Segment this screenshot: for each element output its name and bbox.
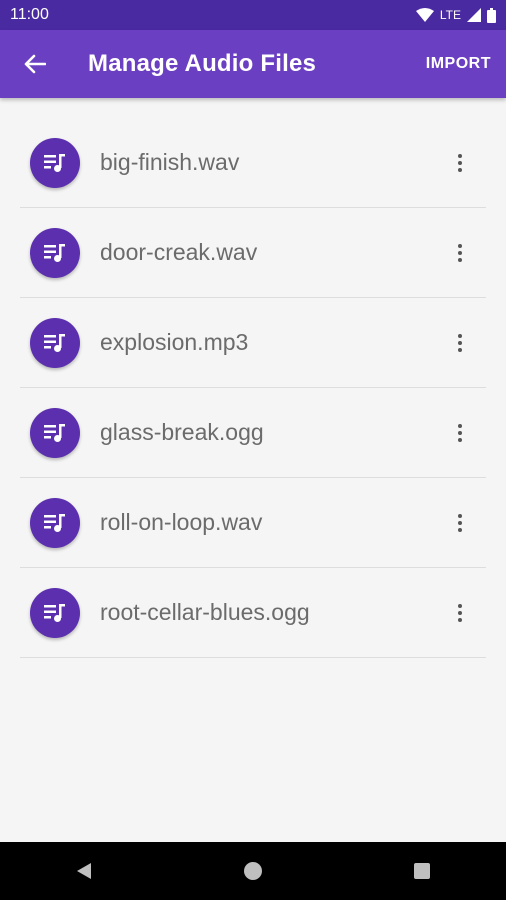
audio-file-item[interactable]: door-creak.wav — [20, 208, 486, 298]
app-bar: Manage Audio Files IMPORT — [0, 30, 506, 98]
home-circle-icon — [243, 862, 262, 880]
dot — [458, 340, 462, 345]
nav-back-button[interactable] — [54, 842, 114, 900]
audio-file-item[interactable]: explosion.mp3 — [20, 298, 486, 388]
audio-file-item[interactable]: roll-on-loop.wav — [20, 478, 486, 568]
more-options-button[interactable] — [450, 503, 470, 543]
playlist-music-icon — [30, 137, 80, 188]
network-type: LTE — [439, 8, 461, 22]
more-options-button[interactable] — [450, 323, 470, 363]
arrow-left-icon — [24, 54, 46, 74]
dot — [458, 257, 462, 262]
file-name: explosion.mp3 — [100, 329, 249, 355]
more-vert-icon — [458, 423, 462, 428]
back-triangle-icon — [77, 863, 92, 879]
signal-icon — [467, 8, 481, 22]
dot — [458, 437, 462, 442]
more-vert-icon — [458, 603, 462, 608]
more-vert-icon — [458, 243, 462, 248]
playlist-music-icon — [30, 407, 80, 458]
dot — [458, 430, 462, 435]
more-options-button[interactable] — [450, 413, 470, 453]
playlist-music-icon — [30, 497, 80, 548]
more-vert-icon — [458, 333, 462, 338]
import-button[interactable]: IMPORT — [426, 55, 491, 73]
file-name: door-creak.wav — [100, 239, 258, 265]
audio-file-list: big-finish.wav door-creak.wav explosion.… — [20, 118, 486, 658]
more-vert-icon — [458, 513, 462, 518]
battery-icon — [487, 7, 496, 23]
dot — [458, 167, 462, 172]
dot — [458, 520, 462, 525]
status-icons: LTE — [415, 7, 496, 23]
dot — [458, 617, 462, 622]
dot — [458, 347, 462, 352]
recents-square-icon — [413, 863, 430, 879]
dot — [458, 527, 462, 532]
more-options-button[interactable] — [450, 233, 470, 273]
nav-recents-button[interactable] — [392, 842, 452, 900]
audio-file-item[interactable]: root-cellar-blues.ogg — [20, 568, 486, 658]
more-vert-icon — [458, 153, 462, 158]
back-button[interactable] — [0, 30, 70, 98]
more-options-button[interactable] — [450, 593, 470, 633]
status-bar: 11:00 LTE — [0, 0, 506, 30]
nav-home-button[interactable] — [223, 842, 283, 900]
playlist-music-icon — [30, 317, 80, 368]
file-name: root-cellar-blues.ogg — [100, 599, 310, 625]
dot — [458, 610, 462, 615]
audio-file-item[interactable]: glass-break.ogg — [20, 388, 486, 478]
playlist-music-icon — [30, 227, 80, 278]
playlist-music-icon — [30, 587, 80, 638]
file-name: big-finish.wav — [100, 149, 240, 175]
dot — [458, 250, 462, 255]
more-options-button[interactable] — [450, 143, 470, 183]
status-time: 11:00 — [10, 6, 49, 23]
page-title: Manage Audio Files — [88, 50, 317, 77]
audio-file-item[interactable]: big-finish.wav — [20, 118, 486, 208]
dot — [458, 160, 462, 165]
file-name: roll-on-loop.wav — [100, 509, 263, 535]
system-nav-bar — [0, 842, 506, 900]
wifi-icon — [415, 8, 434, 22]
file-name: glass-break.ogg — [100, 419, 264, 445]
